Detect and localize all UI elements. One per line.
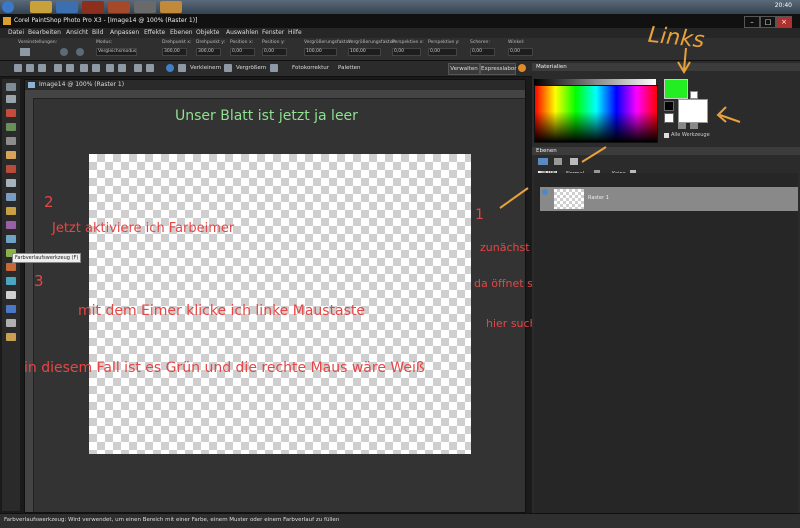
arrow-left-icon <box>716 106 741 123</box>
arrow-layer-row-icon <box>499 187 529 209</box>
handwritten-links-label: Links <box>647 23 706 54</box>
status-bar: Farbverlaufswerkzeug: Wird verwendet, um… <box>0 513 800 528</box>
status-text: Farbverlaufswerkzeug: Wird verwendet, um… <box>4 517 340 523</box>
arrow-layers-icon <box>581 146 607 163</box>
handwriting-overlay: Links <box>499 23 741 209</box>
